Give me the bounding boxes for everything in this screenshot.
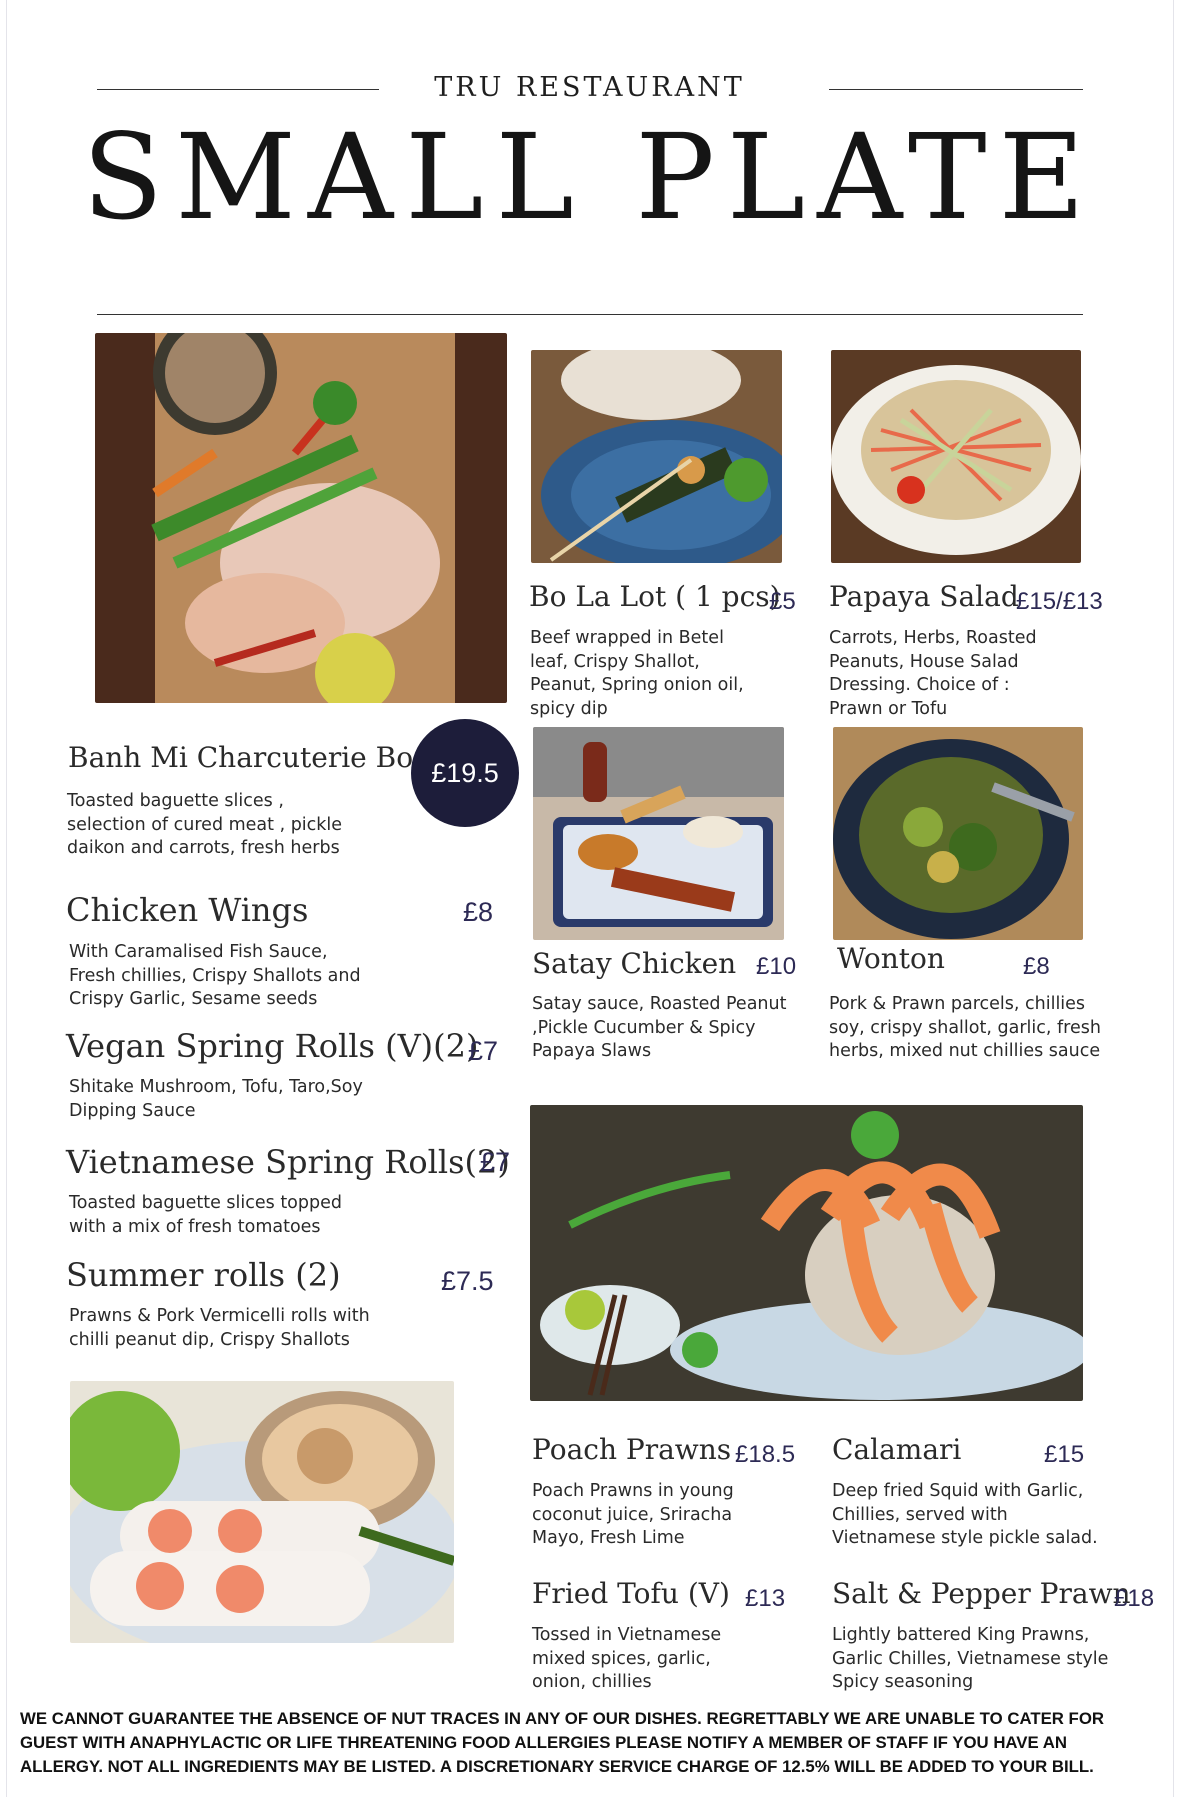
chicken-wings-price: £8: [463, 897, 494, 927]
salt-pepper-prawn-desc-line: Lightly battered King Prawns,: [832, 1625, 1090, 1645]
chicken-wings-description: With Caramalised Fish Sauce, Fresh chill…: [69, 941, 361, 1012]
allergy-disclaimer: WE CANNOT GUARANTEE THE ABSENCE OF NUT T…: [20, 1707, 1160, 1779]
papaya-salad-name: Papaya Salad: [829, 580, 1019, 613]
summer-rolls-desc-line: chilli peanut dip, Crispy Shallots: [69, 1329, 350, 1350]
calamari-name: Calamari: [832, 1433, 962, 1466]
bo-la-lot-price: £5: [769, 588, 796, 615]
poach-prawns-name: Poach Prawns: [532, 1433, 732, 1466]
calamari-desc-line: Chillies, served with: [832, 1504, 1008, 1525]
chicken-wings-name: Chicken Wings: [66, 891, 309, 929]
fried-tofu-desc-line: onion, chillies: [532, 1672, 652, 1692]
salt-pepper-prawn-desc-line: Garlic Chilles, Vietnamese style: [832, 1648, 1109, 1669]
satay-chicken-price: £10: [756, 953, 797, 980]
wonton-desc-line: Pork & Prawn parcels, chillies: [829, 994, 1086, 1014]
vietnamese-spring-rolls-name: Vietnamese Spring Rolls(2): [66, 1143, 510, 1181]
wonton-desc-line: soy, crispy shallot, garlic, fresh: [829, 1017, 1101, 1038]
calamari-desc-line: Vietnamese style pickle salad.: [832, 1528, 1098, 1548]
satay-chicken-desc-line: Papaya Slaws: [532, 1041, 652, 1061]
papaya-salad-desc-line: Prawn or Tofu: [829, 698, 948, 719]
bo-la-lot-desc-line: Peanut, Spring onion oil,: [530, 675, 744, 695]
wonton-description: Pork & Prawn parcels, chillies soy, cris…: [829, 993, 1101, 1064]
salt-pepper-prawn-price: £18: [1114, 1585, 1155, 1612]
vegan-spring-rolls-description: Shitake Mushroom, Tofu, Taro,Soy Dipping…: [69, 1076, 363, 1123]
summer-rolls-desc-line: Prawns & Pork Vermicelli rolls with: [69, 1306, 370, 1326]
banh-mi-price-badge: £19.5: [411, 719, 519, 827]
papaya-salad-desc-line: Carrots, Herbs, Roasted: [829, 628, 1037, 648]
wonton-name: Wonton: [837, 942, 945, 975]
vegan-spring-rolls-price: £7: [468, 1036, 499, 1066]
papaya-salad-desc-line: Dressing. Choice of :: [829, 675, 1010, 695]
fried-tofu-desc-line: mixed spices, garlic,: [532, 1648, 711, 1669]
poach-prawns-desc-line: coconut juice, Sriracha: [532, 1504, 733, 1525]
poach-prawns-price: £18.5: [735, 1441, 796, 1468]
banh-mi-desc-line: Toasted baguette slices ,: [67, 791, 284, 811]
disclaimer-line: WE CANNOT GUARANTEE THE ABSENCE OF NUT T…: [20, 1709, 1104, 1728]
bo-la-lot-desc-line: spicy dip: [530, 698, 608, 719]
bo-la-lot-description: Beef wrapped in Betel leaf, Crispy Shall…: [530, 627, 744, 721]
fried-tofu-desc-line: Tossed in Vietnamese: [532, 1625, 722, 1645]
wonton-price: £8: [1023, 953, 1050, 980]
page-title: SMALL PLATE: [82, 108, 1097, 246]
title-underline: [97, 314, 1083, 315]
salt-pepper-prawn-name: Salt & Pepper Prawn: [832, 1577, 1131, 1610]
vegan-spring-rolls-name: Vegan Spring Rolls (V)(2): [66, 1027, 479, 1065]
banh-mi-desc-line: selection of cured meat , pickle: [67, 814, 343, 835]
summer-rolls-name: Summer rolls (2): [66, 1256, 341, 1294]
fried-tofu-price: £13: [745, 1585, 786, 1612]
summer-rolls-price: £7.5: [441, 1266, 494, 1296]
salt-pepper-prawn-description: Lightly battered King Prawns, Garlic Chi…: [832, 1624, 1108, 1695]
poach-prawns-photo: [530, 1105, 1083, 1401]
banh-mi-description: Toasted baguette slices , selection of c…: [67, 790, 342, 861]
chicken-wings-desc-line: Fresh chillies, Crispy Shallots and: [69, 965, 361, 986]
wonton-photo: [833, 727, 1083, 940]
poach-prawns-desc-line: Poach Prawns in young: [532, 1481, 734, 1501]
bo-la-lot-photo: [531, 350, 782, 563]
satay-chicken-name: Satay Chicken: [532, 947, 737, 980]
banh-mi-desc-line: daikon and carrots, fresh herbs: [67, 838, 340, 858]
vegan-spring-rolls-desc-line: Shitake Mushroom, Tofu, Taro,Soy: [69, 1077, 363, 1097]
vietnamese-spring-rolls-desc-line: with a mix of fresh tomatoes: [69, 1216, 321, 1237]
wonton-desc-line: herbs, mixed nut chillies sauce: [829, 1041, 1101, 1061]
vietnamese-spring-rolls-description: Toasted baguette slices topped with a mi…: [69, 1192, 342, 1239]
papaya-salad-description: Carrots, Herbs, Roasted Peanuts, House S…: [829, 627, 1037, 721]
poach-prawns-desc-line: Mayo, Fresh Lime: [532, 1528, 685, 1548]
vietnamese-spring-rolls-price: £7: [480, 1147, 511, 1177]
satay-chicken-desc-line: ,Pickle Cucumber & Spicy: [532, 1017, 756, 1038]
papaya-salad-photo: [831, 350, 1081, 563]
chicken-wings-desc-line: With Caramalised Fish Sauce,: [69, 942, 328, 962]
banh-mi-name: Banh Mi Charcuterie Board: [68, 741, 462, 774]
vietnamese-spring-rolls-desc-line: Toasted baguette slices topped: [69, 1193, 342, 1213]
satay-chicken-description: Satay sauce, Roasted Peanut ,Pickle Cucu…: [532, 993, 786, 1064]
restaurant-name: TRU RESTAURANT: [434, 72, 745, 103]
bo-la-lot-desc-line: Beef wrapped in Betel: [530, 628, 724, 648]
fried-tofu-name: Fried Tofu (V): [532, 1577, 730, 1610]
chicken-wings-desc-line: Crispy Garlic, Sesame seeds: [69, 989, 318, 1009]
satay-chicken-photo: [533, 727, 784, 940]
calamari-description: Deep fried Squid with Garlic, Chillies, …: [832, 1480, 1098, 1551]
papaya-salad-desc-line: Peanuts, House Salad: [829, 651, 1019, 672]
poach-prawns-description: Poach Prawns in young coconut juice, Sri…: [532, 1480, 734, 1551]
banh-mi-board-photo: [95, 333, 507, 703]
calamari-price: £15: [1044, 1441, 1085, 1468]
bo-la-lot-desc-line: leaf, Crispy Shallot,: [530, 651, 700, 672]
banh-mi-price: £19.5: [431, 757, 499, 788]
bo-la-lot-name: Bo La Lot ( 1 pcs): [529, 580, 781, 613]
disclaimer-line: GUEST WITH ANAPHYLACTIC OR LIFE THREATEN…: [20, 1733, 1067, 1752]
summer-rolls-description: Prawns & Pork Vermicelli rolls with chil…: [69, 1305, 370, 1352]
calamari-desc-line: Deep fried Squid with Garlic,: [832, 1481, 1084, 1501]
summer-rolls-photo: [70, 1381, 454, 1643]
vegan-spring-rolls-desc-line: Dipping Sauce: [69, 1100, 196, 1121]
salt-pepper-prawn-desc-line: Spicy seasoning: [832, 1672, 974, 1692]
papaya-salad-price: £15/£13: [1016, 588, 1103, 615]
fried-tofu-description: Tossed in Vietnamese mixed spices, garli…: [532, 1624, 721, 1695]
satay-chicken-desc-line: Satay sauce, Roasted Peanut: [532, 994, 787, 1014]
disclaimer-line: ALLERGY. NOT ALL INGREDIENTS MAY BE LIST…: [20, 1757, 1094, 1776]
